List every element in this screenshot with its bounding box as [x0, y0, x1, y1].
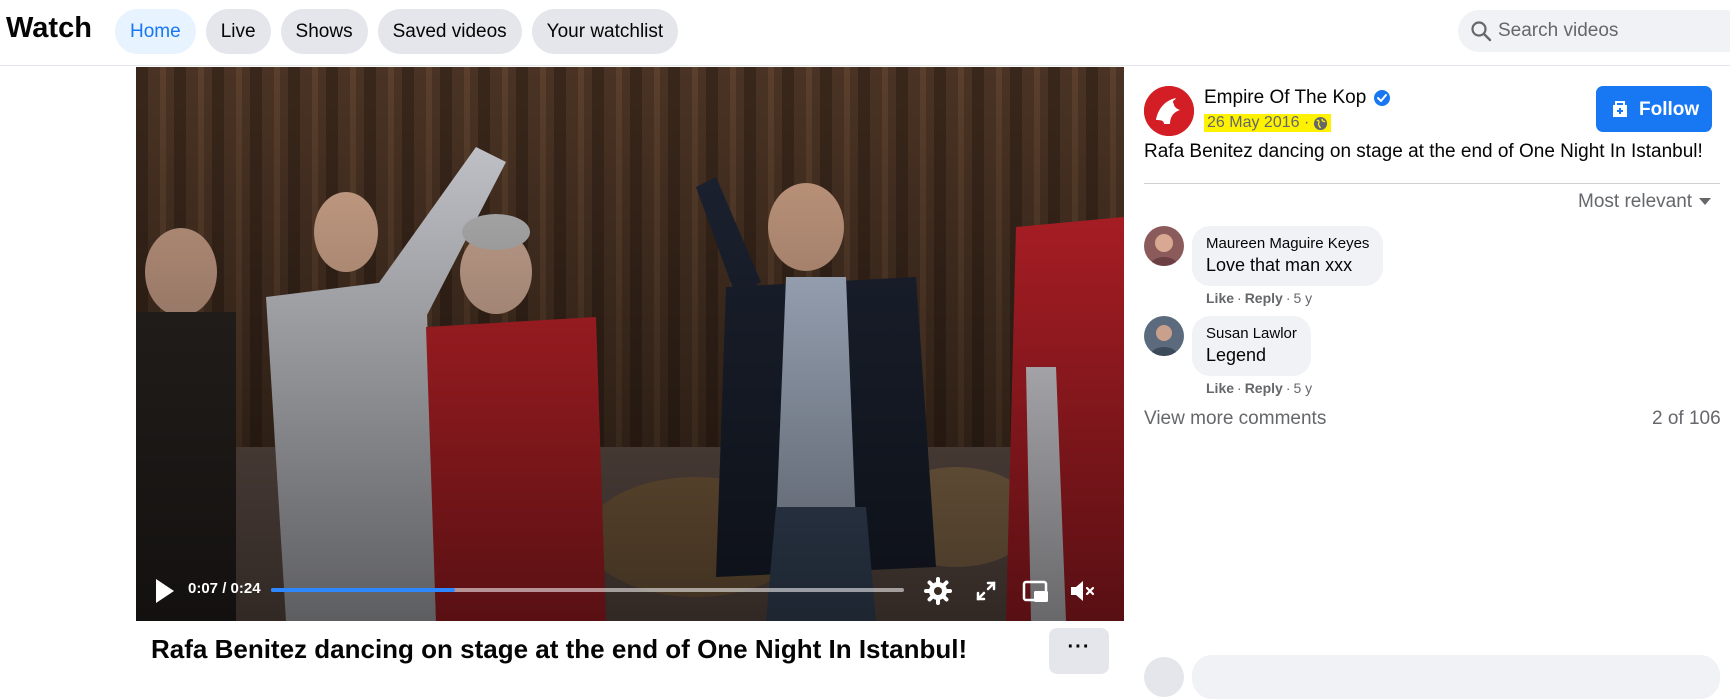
- comment-age[interactable]: 5 y: [1293, 290, 1312, 306]
- sort-label: Most relevant: [1578, 191, 1693, 212]
- comment-actions: Like · Reply · 5 y: [1206, 290, 1313, 306]
- comment-text: Legend: [1206, 345, 1267, 365]
- tab-saved-videos[interactable]: Saved videos: [377, 9, 522, 54]
- nav-tabs: Home Live Shows Saved videos Your watchl…: [115, 9, 679, 54]
- globe-icon: [1314, 116, 1328, 130]
- post-panel: Empire Of The Kop 26 May 2016 · Follow R…: [1144, 67, 1730, 699]
- mute-icon[interactable]: [1066, 575, 1098, 607]
- divider: [1144, 183, 1720, 184]
- like-link[interactable]: Like: [1206, 380, 1234, 396]
- more-options-button[interactable]: ···: [1049, 628, 1109, 674]
- tab-shows[interactable]: Shows: [280, 9, 368, 54]
- caret-down-icon: [1699, 198, 1712, 205]
- page-name[interactable]: Empire Of The Kop: [1204, 87, 1366, 109]
- comment-sort-dropdown[interactable]: Most relevant: [1578, 191, 1712, 213]
- follow-page-icon: [1613, 101, 1627, 117]
- comment-text: Love that man xxx: [1206, 255, 1353, 275]
- progress-bar[interactable]: [271, 588, 904, 592]
- tab-home[interactable]: Home: [115, 9, 196, 54]
- reply-link[interactable]: Reply: [1245, 290, 1283, 306]
- avatar[interactable]: [1144, 226, 1184, 266]
- comment-bubble: Maureen Maguire Keyes Love that man xxx: [1192, 226, 1384, 286]
- page-name-row: Empire Of The Kop: [1204, 87, 1391, 109]
- follow-label: Follow: [1639, 99, 1700, 120]
- like-link[interactable]: Like: [1206, 290, 1234, 306]
- comment-count: 2 of 106: [1652, 408, 1721, 429]
- playback-time: 0:07 / 0:24: [188, 580, 261, 597]
- progress-fill: [271, 588, 455, 592]
- more-options-icon: ···: [1067, 636, 1091, 658]
- play-icon[interactable]: [153, 577, 177, 605]
- comment-author[interactable]: Susan Lawlor: [1206, 325, 1297, 342]
- composer-avatar: [1144, 657, 1184, 697]
- video-frame: [136, 67, 1124, 621]
- player-controls: 0:07 / 0:24: [136, 561, 1124, 621]
- video-title: Rafa Benitez dancing on stage at the end…: [151, 634, 968, 664]
- tab-your-watchlist[interactable]: Your watchlist: [531, 9, 679, 54]
- video-player[interactable]: 0:07 / 0:24: [136, 67, 1124, 621]
- reply-link[interactable]: Reply: [1245, 380, 1283, 396]
- tab-live[interactable]: Live: [205, 9, 271, 54]
- watch-title: Watch: [6, 12, 92, 44]
- settings-icon[interactable]: [922, 575, 954, 607]
- liverbird-logo-icon: [1144, 86, 1194, 136]
- follow-button[interactable]: Follow: [1596, 86, 1712, 132]
- post-date: 26 May 2016 ·: [1204, 114, 1332, 132]
- comment-bubble: Susan Lawlor Legend: [1192, 316, 1311, 376]
- page-avatar[interactable]: [1144, 86, 1194, 136]
- view-more-comments-link[interactable]: View more comments: [1144, 408, 1326, 430]
- post-date-text[interactable]: 26 May 2016 ·: [1207, 114, 1309, 132]
- verified-badge-icon: [1374, 90, 1391, 106]
- search-icon: [1471, 21, 1492, 42]
- top-bar: Watch Home Live Shows Saved videos Your …: [0, 0, 1730, 66]
- search-input[interactable]: [1498, 10, 1730, 52]
- picture-in-picture-icon[interactable]: [1020, 575, 1052, 607]
- comment-composer[interactable]: [1192, 655, 1720, 699]
- comment-age[interactable]: 5 y: [1293, 380, 1312, 396]
- fullscreen-icon[interactable]: [970, 575, 1002, 607]
- post-caption: Rafa Benitez dancing on stage at the end…: [1144, 141, 1703, 162]
- comment-actions: Like · Reply · 5 y: [1206, 380, 1313, 396]
- search-box[interactable]: [1458, 10, 1730, 52]
- comment-author[interactable]: Maureen Maguire Keyes: [1206, 235, 1369, 252]
- avatar[interactable]: [1144, 316, 1184, 356]
